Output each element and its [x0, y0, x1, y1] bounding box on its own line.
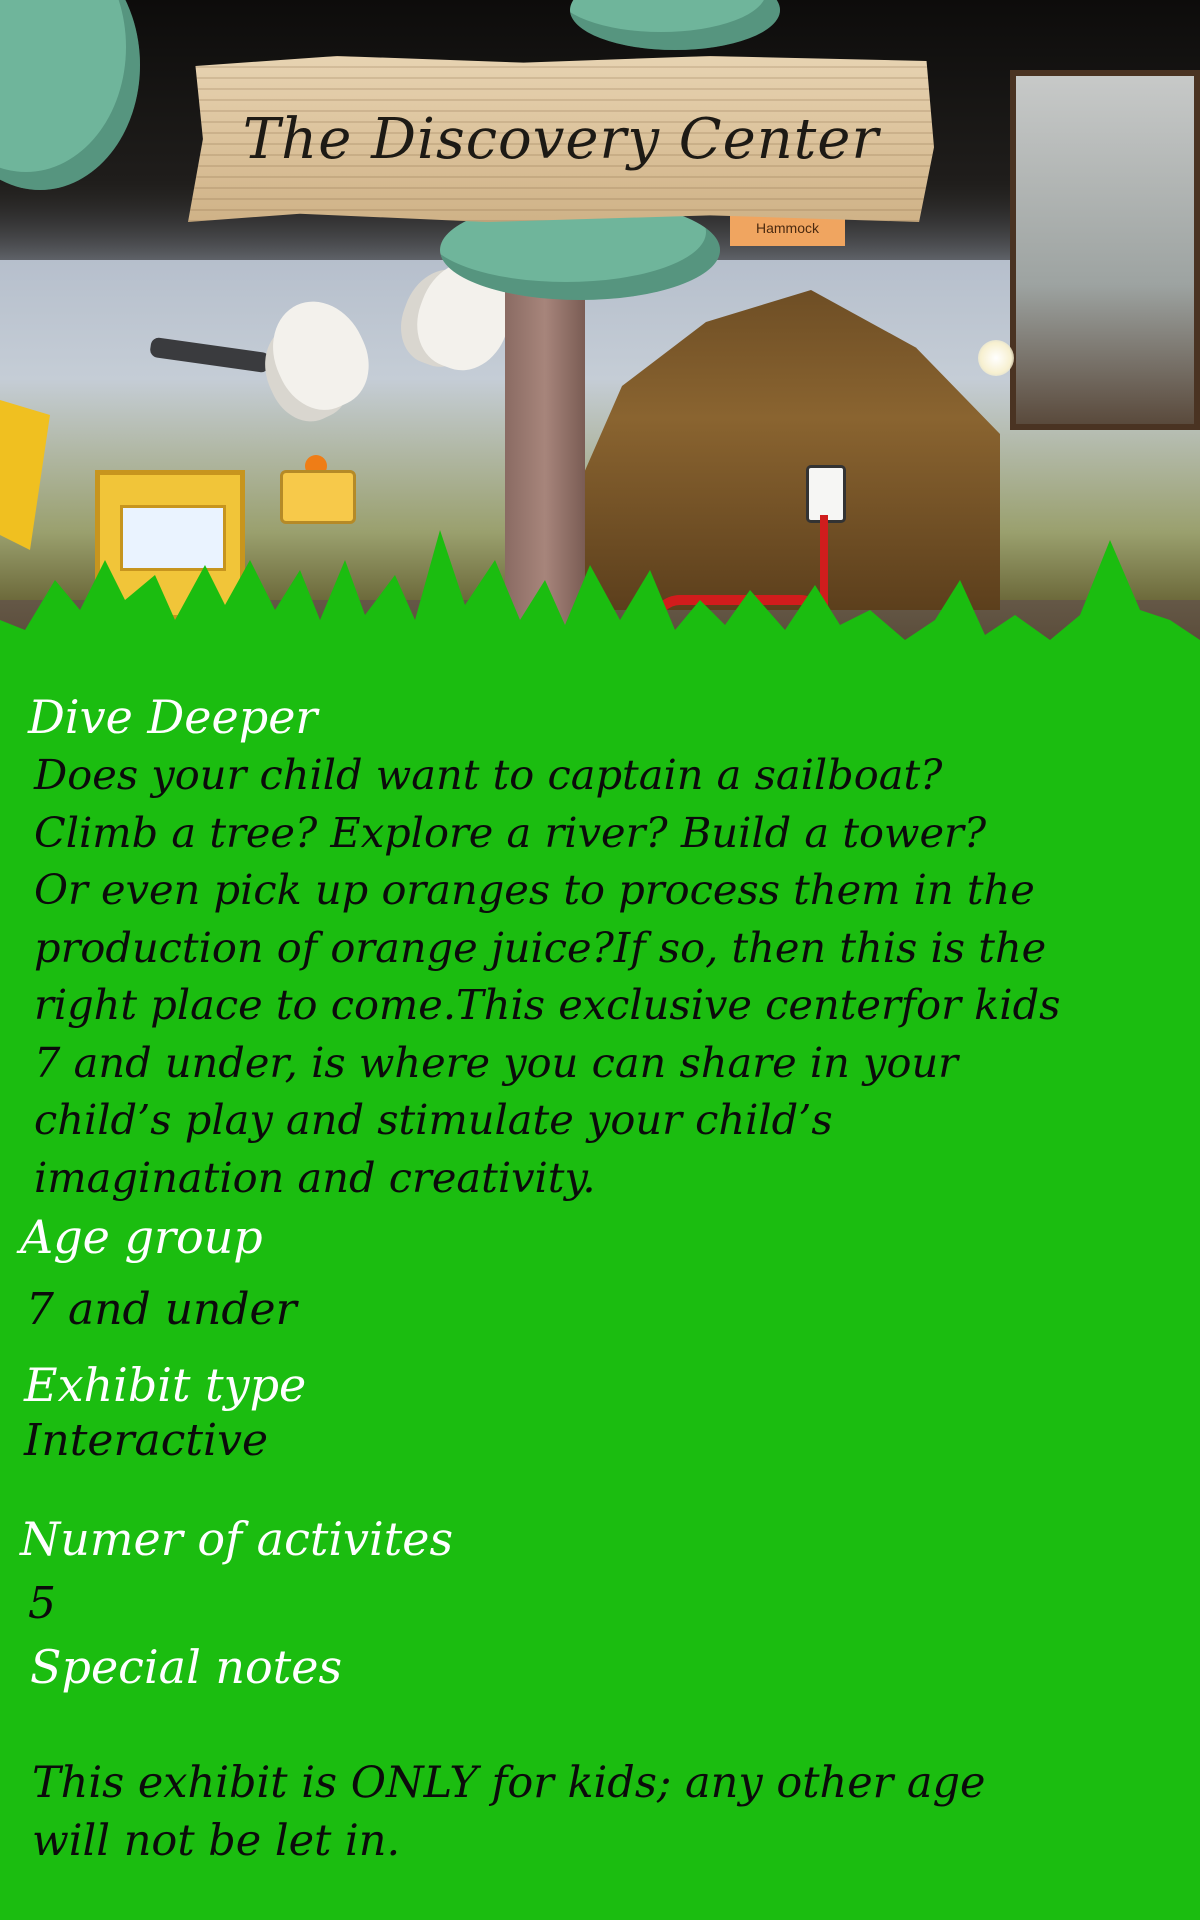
display-cabinet: [1010, 70, 1200, 430]
description-text: Does your child want to captain a sailbo…: [34, 750, 1061, 1202]
special-notes-value: This exhibit is ONLY for kids; any other…: [32, 1758, 986, 1866]
activities-value: 5: [28, 1578, 56, 1629]
age-group-value: 7 and under: [26, 1284, 297, 1335]
section-heading: Dive Deeper: [28, 690, 318, 744]
orange-grove-sign: [280, 470, 356, 524]
activities-label: Numer of activites: [20, 1512, 454, 1566]
exhibit-type-value: Interactive: [24, 1415, 268, 1466]
lamp: [978, 340, 1014, 376]
grass-edge: [0, 530, 1200, 700]
special-notes-label: Special notes: [30, 1640, 343, 1694]
age-group-label: Age group: [20, 1210, 263, 1264]
page-title: The Discovery Center: [242, 106, 880, 172]
hero-photo: Hammock The Discovery Center: [0, 0, 1200, 700]
exhibit-type-label: Exhibit type: [24, 1358, 307, 1412]
title-sign: The Discovery Center: [188, 56, 934, 222]
